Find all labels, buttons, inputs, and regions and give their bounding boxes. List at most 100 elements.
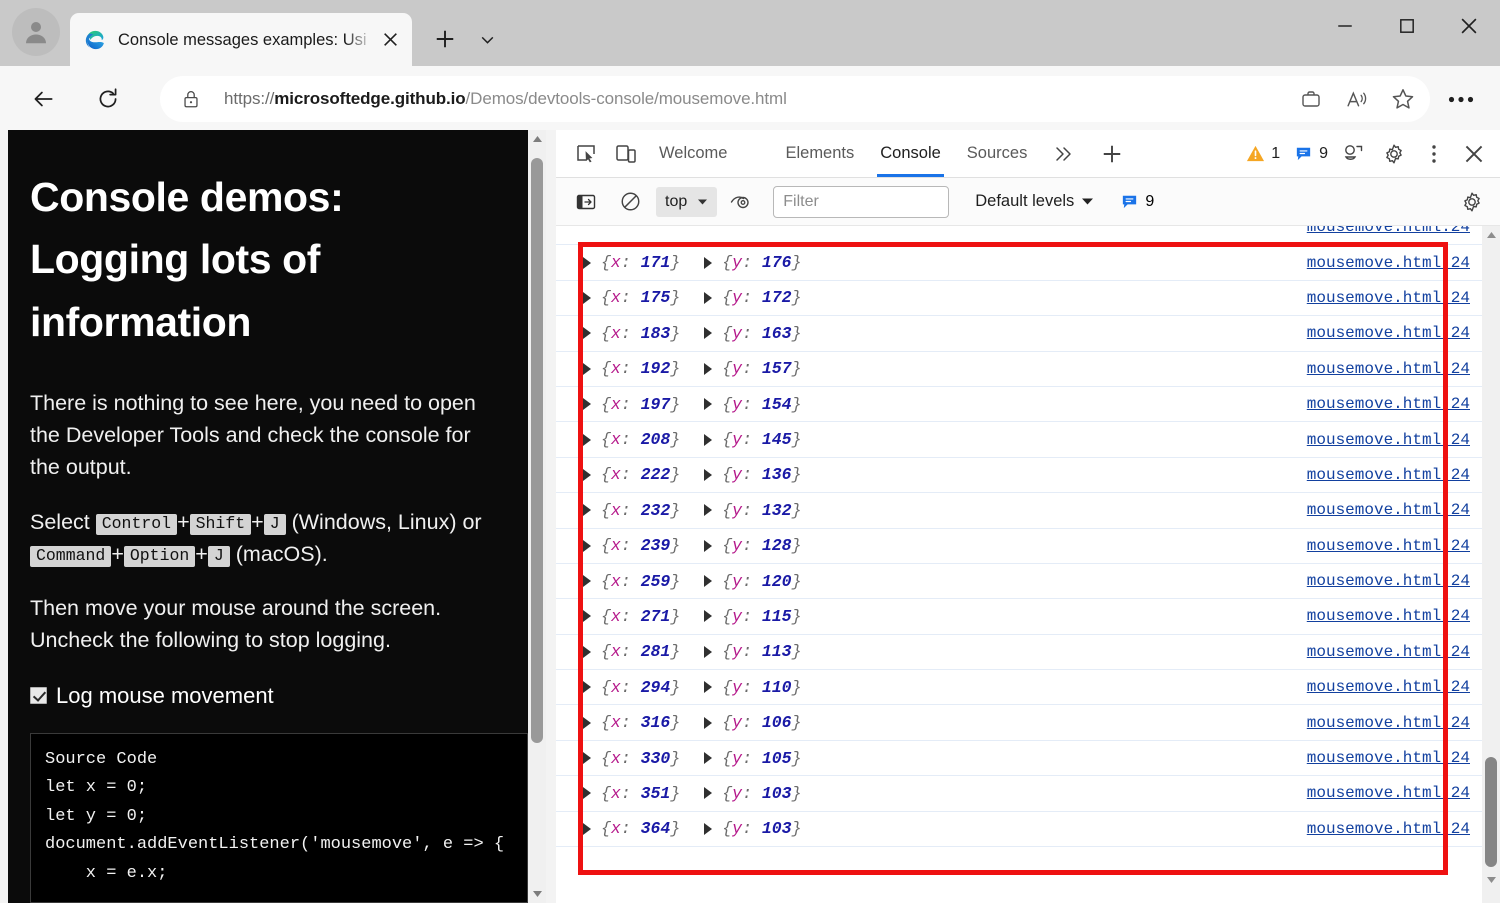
console-source-link[interactable]: mousemove.html:24 (1307, 749, 1470, 767)
live-expression-button[interactable] (721, 182, 761, 222)
expand-triangle-icon[interactable] (704, 398, 713, 411)
console-source-link[interactable]: mousemove.html:24 (1307, 678, 1470, 696)
console-log-row[interactable]: {x: 222} {y: 136} mousemove.html:24 (556, 458, 1482, 494)
add-panel-button[interactable] (1092, 134, 1132, 174)
console-log-row[interactable]: {x: 330} {y: 105} mousemove.html:24 (556, 741, 1482, 777)
console-scroll-up-button[interactable] (1482, 226, 1500, 244)
console-log-row[interactable]: {x: 208} {y: 145} mousemove.html:24 (556, 422, 1482, 458)
favorites-star-icon[interactable] (1382, 78, 1424, 120)
profile-avatar[interactable] (12, 8, 60, 56)
console-log-row[interactable]: {x: 259} {y: 120} mousemove.html:24 (556, 564, 1482, 600)
console-settings-button[interactable] (1452, 182, 1492, 222)
settings-and-more-button[interactable] (1440, 80, 1482, 118)
expand-triangle-icon[interactable] (704, 575, 713, 588)
console-source-link[interactable]: mousemove.html:24 (1307, 714, 1470, 732)
expand-triangle-icon[interactable] (704, 787, 713, 800)
page-scroll-up-button[interactable] (528, 130, 546, 148)
console-source-link[interactable]: mousemove.html:24 (1307, 572, 1470, 590)
expand-triangle-icon[interactable] (704, 468, 713, 481)
console-log-row[interactable]: {x: 197} {y: 154} mousemove.html:24 (556, 387, 1482, 423)
expand-triangle-icon[interactable] (583, 752, 591, 765)
expand-triangle-icon[interactable] (704, 610, 713, 623)
expand-triangle-icon[interactable] (583, 468, 591, 481)
console-source-link[interactable]: mousemove.html:24 (1307, 324, 1470, 342)
console-sidebar-toggle[interactable] (566, 182, 606, 222)
expand-triangle-icon[interactable] (583, 539, 591, 552)
console-scroll-down-button[interactable] (1482, 871, 1500, 889)
browser-tab[interactable]: Console messages examples: Usi (70, 13, 412, 66)
read-aloud-icon[interactable] (1336, 78, 1378, 120)
more-tabs-button[interactable] (1044, 134, 1084, 174)
console-source-link[interactable]: mousemove.html:24 (1307, 254, 1470, 272)
expand-triangle-icon[interactable] (704, 716, 713, 729)
expand-triangle-icon[interactable] (704, 681, 713, 694)
console-log-row[interactable]: {x: 271} {y: 115} mousemove.html:24 (556, 599, 1482, 635)
console-source-link[interactable]: mousemove.html:24 (1307, 784, 1470, 802)
message-badge[interactable]: 9 (1294, 144, 1328, 163)
address-bar[interactable]: https://microsoftedge.github.io/Demos/de… (160, 76, 1430, 122)
inspect-element-button[interactable] (566, 134, 606, 174)
devtools-more-options-button[interactable] (1414, 134, 1454, 174)
tab-actions-menu-button[interactable] (470, 22, 504, 56)
expand-triangle-icon[interactable] (583, 504, 591, 517)
console-source-link[interactable]: mousemove.html:24 (1307, 607, 1470, 625)
back-button[interactable] (24, 80, 62, 118)
page-scroll-down-button[interactable] (528, 885, 546, 903)
console-source-link[interactable]: mousemove.html:24 (1307, 360, 1470, 378)
expand-triangle-icon[interactable] (583, 681, 591, 694)
expand-triangle-icon[interactable] (704, 822, 713, 835)
console-log-row[interactable]: {x: 183} {y: 163} mousemove.html:24 (556, 316, 1482, 352)
tab-elements[interactable]: Elements (772, 130, 867, 177)
console-source-link[interactable]: mousemove.html:24 (1307, 537, 1470, 555)
page-scrollbar-thumb[interactable] (531, 158, 543, 743)
console-log-row[interactable]: {x: 175} {y: 172} mousemove.html:24 (556, 281, 1482, 317)
log-mouse-movement-checkbox[interactable] (30, 687, 47, 705)
devtools-settings-button[interactable] (1374, 134, 1414, 174)
expand-triangle-icon[interactable] (583, 716, 591, 729)
console-log-row[interactable]: {x: 232} {y: 132} mousemove.html:24 (556, 493, 1482, 529)
expand-triangle-icon[interactable] (583, 575, 591, 588)
device-emulation-button[interactable] (606, 134, 646, 174)
clear-console-button[interactable] (610, 182, 650, 222)
close-devtools-button[interactable] (1454, 134, 1494, 174)
expand-triangle-icon[interactable] (583, 610, 591, 623)
expand-triangle-icon[interactable] (704, 539, 713, 552)
collections-icon[interactable] (1290, 78, 1332, 120)
expand-triangle-icon[interactable] (583, 787, 591, 800)
minimize-button[interactable] (1314, 0, 1376, 52)
expand-triangle-icon[interactable] (583, 291, 591, 304)
close-window-button[interactable] (1438, 0, 1500, 52)
console-log-row[interactable]: mousemove.html:24 (556, 226, 1482, 246)
console-source-link[interactable]: mousemove.html:24 (1307, 466, 1470, 484)
expand-triangle-icon[interactable] (704, 362, 713, 375)
console-log-row[interactable]: {x: 281} {y: 113} mousemove.html:24 (556, 635, 1482, 671)
expand-triangle-icon[interactable] (704, 433, 713, 446)
expand-triangle-icon[interactable] (704, 327, 713, 340)
expand-triangle-icon[interactable] (704, 752, 713, 765)
console-source-link[interactable]: mousemove.html:24 (1307, 289, 1470, 307)
page-scrollbar[interactable] (528, 130, 546, 903)
console-log-row[interactable]: {x: 364} {y: 103} mousemove.html:24 (556, 812, 1482, 848)
console-source-link[interactable]: mousemove.html:24 (1307, 226, 1470, 236)
console-log-row[interactable]: {x: 239} {y: 128} mousemove.html:24 (556, 529, 1482, 564)
expand-triangle-icon[interactable] (583, 256, 591, 269)
javascript-context-dropdown[interactable]: top (656, 186, 718, 217)
console-source-link[interactable]: mousemove.html:24 (1307, 395, 1470, 413)
log-levels-dropdown[interactable]: Default levels (975, 192, 1094, 211)
log-mouse-movement-row[interactable]: Log mouse movement (30, 683, 494, 709)
maximize-button[interactable] (1376, 0, 1438, 52)
expand-triangle-icon[interactable] (583, 433, 591, 446)
console-filter-input[interactable] (773, 185, 950, 218)
tab-close-button[interactable] (376, 26, 404, 54)
tab-welcome[interactable]: Welcome (646, 130, 740, 177)
expand-triangle-icon[interactable] (583, 645, 591, 658)
console-log-row[interactable]: {x: 192} {y: 157} mousemove.html:24 (556, 352, 1482, 387)
console-log-row[interactable]: {x: 171} {y: 176} mousemove.html:24 (556, 245, 1482, 281)
console-source-link[interactable]: mousemove.html:24 (1307, 820, 1470, 838)
console-source-link[interactable]: mousemove.html:24 (1307, 643, 1470, 661)
console-log-row[interactable]: {x: 351} {y: 103} mousemove.html:24 (556, 776, 1482, 812)
warning-badge[interactable]: 1 (1246, 144, 1280, 163)
expand-triangle-icon[interactable] (704, 504, 713, 517)
expand-triangle-icon[interactable] (583, 822, 591, 835)
expand-triangle-icon[interactable] (583, 327, 591, 340)
